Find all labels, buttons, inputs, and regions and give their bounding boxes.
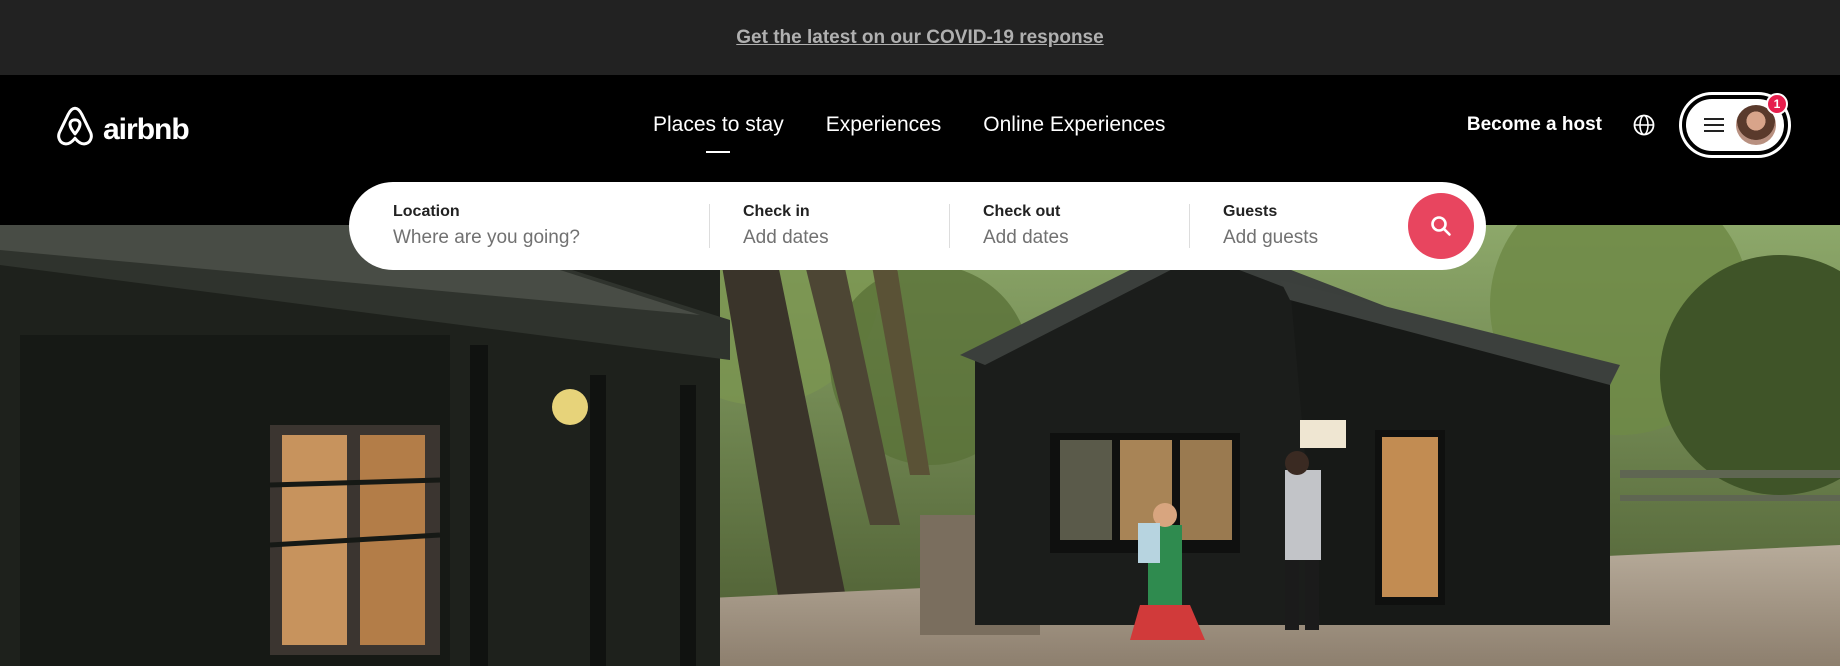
airbnb-logo-icon <box>55 105 95 154</box>
hamburger-menu-icon <box>1704 118 1724 132</box>
logo-text: airbnb <box>103 112 190 146</box>
hero-illustration <box>0 225 1840 666</box>
guests-input[interactable]: Add guests <box>1223 227 1410 249</box>
guests-label: Guests <box>1223 203 1278 220</box>
search-button[interactable] <box>1408 193 1474 259</box>
nav-places-to-stay[interactable]: Places to stay <box>653 113 784 147</box>
become-host-link[interactable]: Become a host <box>1467 114 1602 136</box>
check-in-label: Check in <box>743 203 810 220</box>
covid-banner: Get the latest on our COVID-19 response <box>0 0 1840 75</box>
location-label: Location <box>393 203 460 220</box>
check-out-field[interactable]: Check out Add dates <box>950 182 1189 270</box>
location-input[interactable]: Where are you going? <box>393 227 709 249</box>
location-field[interactable]: Location Where are you going? <box>349 182 709 270</box>
search-bar: Location Where are you going? Check in A… <box>349 182 1486 270</box>
check-in-field[interactable]: Check in Add dates <box>710 182 949 270</box>
nav-experiences[interactable]: Experiences <box>826 113 942 147</box>
logo-link[interactable]: airbnb <box>55 105 190 154</box>
nav-online-experiences[interactable]: Online Experiences <box>983 113 1165 147</box>
covid-response-link[interactable]: Get the latest on our COVID-19 response <box>736 27 1103 49</box>
check-out-input[interactable]: Add dates <box>983 227 1189 249</box>
main-nav: Places to stay Experiences Online Experi… <box>653 113 1165 147</box>
hero-image <box>0 225 1840 666</box>
guests-field[interactable]: Guests Add guests <box>1190 182 1410 270</box>
check-in-input[interactable]: Add dates <box>743 227 949 249</box>
header-actions: Become a host 1 <box>1467 93 1788 155</box>
notification-badge: 1 <box>1766 93 1788 115</box>
profile-menu-button[interactable]: 1 <box>1682 93 1788 155</box>
check-out-label: Check out <box>983 203 1061 220</box>
search-icon <box>1431 216 1451 236</box>
globe-icon[interactable] <box>1632 113 1656 137</box>
